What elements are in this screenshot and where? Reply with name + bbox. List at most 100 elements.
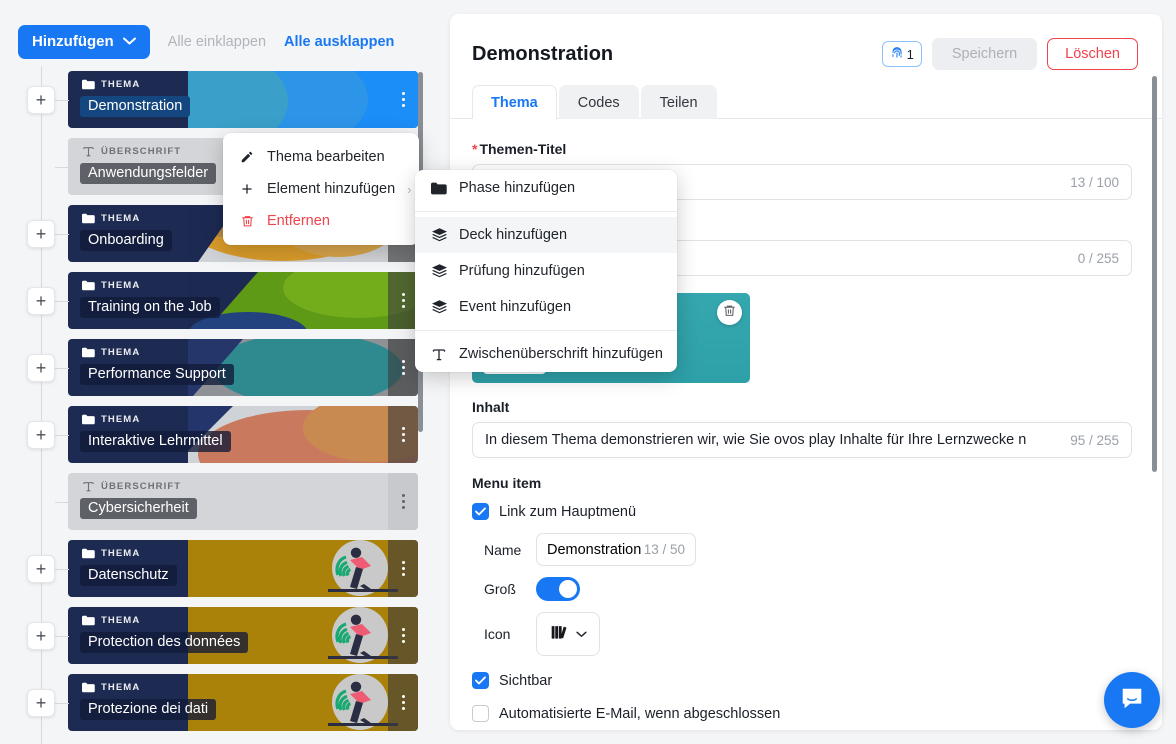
tab-thema[interactable]: Thema [472,85,557,119]
chevron-down-icon [122,36,136,48]
chat-widget-button[interactable] [1104,672,1160,728]
tree-stub [55,166,69,168]
card-kind-label: ÜBERSCHRIFT [101,146,182,157]
card-kebab-menu[interactable] [388,540,418,597]
stack-icon [431,300,447,314]
card-artwork [188,272,418,329]
detail-panel-scrollbar[interactable] [1152,76,1157,472]
tree-item-card[interactable]: THEMA Demonstration [68,71,418,128]
card-kebab-menu[interactable] [388,406,418,463]
trash-icon [723,304,736,322]
tree-item-card[interactable]: ÜBERSCHRIFT Cybersicherheit [68,473,418,530]
card-meta: THEMA [82,548,140,559]
card-title: Demonstration [80,96,191,117]
add-child-button[interactable]: + [27,554,55,583]
folder-icon [82,414,95,425]
folder-icon [82,548,95,559]
card-kebab-menu[interactable] [388,339,418,396]
collapse-all-link[interactable]: Alle einklappen [168,34,266,50]
context-submenu-item[interactable]: Deck hinzufügen [415,217,677,253]
context-submenu-item[interactable]: Prüfung hinzufügen [415,253,677,289]
expand-all-link[interactable]: Alle ausklappen [284,34,394,50]
card-kebab-menu[interactable] [388,674,418,731]
context-submenu-item[interactable]: Zwischenüberschrift hinzufügen [415,336,677,372]
card-meta: THEMA [82,79,140,90]
add-child-button[interactable]: + [27,420,55,449]
tree-item-card[interactable]: THEMA Datenschutz [68,540,418,597]
save-button[interactable]: Speichern [931,38,1038,70]
delete-button[interactable]: Löschen [1047,38,1138,70]
card-artwork [188,71,418,128]
tree-row: + THEMA Training on the Job [0,267,440,334]
tree-item-card[interactable]: THEMA Protection des données [68,607,418,664]
tree-row: ÜBERSCHRIFT Cybersicherheit [0,468,440,535]
views-badge[interactable]: 1 [881,41,922,67]
card-title: Protezione dei dati [80,699,217,720]
link-main-menu-row[interactable]: Link zum Hauptmenü [472,503,1132,520]
folder-icon [82,682,95,693]
kebab-icon [401,92,405,107]
books-icon [550,622,570,647]
context-submenu-item[interactable]: Phase hinzufügen [415,170,677,206]
stack-icon [431,264,447,278]
add-child-button[interactable]: + [27,621,55,650]
card-kind-label: THEMA [101,213,141,224]
card-title: Datenschutz [80,565,177,586]
context-menu-item[interactable]: Thema bearbeiten [223,141,419,173]
card-title: Anwendungsfelder [80,163,217,184]
auto-email-row[interactable]: Automatisierte E-Mail, wenn abgeschlosse… [472,705,1132,722]
add-child-button[interactable]: + [27,353,55,382]
tree-stub [55,434,69,436]
tree-stub [55,233,69,235]
detail-header: Demonstration 1 Speichern Löschen [450,14,1162,72]
tree-row: + THEMA Datenschutz [0,535,440,602]
icon-select-dropdown[interactable] [536,612,600,656]
menu-gross-row: Groß [472,577,1132,601]
visible-row[interactable]: Sichtbar [472,672,1132,689]
tree-row: + THEMA Protezione dei dati [0,669,440,736]
context-submenu-item[interactable]: Event hinzufügen [415,289,677,325]
chat-bubble-icon [1119,685,1145,716]
card-title: Protection des données [80,632,249,653]
add-button[interactable]: Hinzufügen [18,24,150,59]
tree-item-card[interactable]: THEMA Performance Support [68,339,418,396]
tree-stub [55,99,69,101]
card-kebab-menu[interactable] [388,607,418,664]
add-child-button[interactable]: + [27,219,55,248]
card-kebab-menu[interactable] [388,473,418,530]
context-menu-item[interactable]: Entfernen [223,205,419,237]
chevron-down-icon [575,625,587,643]
folder-icon [82,615,95,626]
add-child-button[interactable]: + [27,85,55,114]
tree-item-card[interactable]: THEMA Interaktive Lehrmittel [68,406,418,463]
visible-checkbox[interactable] [472,672,489,689]
card-kebab-menu[interactable] [388,272,418,329]
add-child-button[interactable]: + [27,688,55,717]
context-submenu-item-label: Prüfung hinzufügen [459,263,585,279]
toggle-knob [559,580,577,598]
heading-icon [82,481,95,492]
tab-teilen[interactable]: Teilen [640,85,717,119]
card-meta: THEMA [82,280,140,291]
add-child-button[interactable]: + [27,286,55,315]
context-menu-item[interactable]: Element hinzufügen › [223,173,419,205]
detail-tabs: Thema Codes Teilen [450,72,1162,119]
chevron-right-icon: › [407,181,412,197]
tab-codes[interactable]: Codes [558,85,639,119]
card-meta: THEMA [82,213,140,224]
tree-stub [55,635,69,637]
tree-stub [55,367,69,369]
tree-item-card[interactable]: THEMA Protezione dei dati [68,674,418,731]
card-kebab-menu[interactable] [388,71,418,128]
structure-sidebar: Hinzufügen Alle einklappen Alle ausklapp… [0,0,440,744]
tree-item-card[interactable]: THEMA Training on the Job [68,272,418,329]
context-menu-item-label: Thema bearbeiten [267,149,385,165]
delete-image-button[interactable] [717,300,742,325]
auto-email-checkbox[interactable] [472,705,489,722]
kebab-icon [401,427,405,442]
content-input[interactable]: In diesem Thema demonstrieren wir, wie S… [472,422,1132,458]
menu-name-input[interactable]: Demonstration 13 / 50 [536,533,696,566]
link-main-menu-checkbox[interactable] [472,503,489,520]
detail-panel: Demonstration 1 Speichern Löschen Thema … [450,14,1162,730]
gross-toggle[interactable] [536,577,580,601]
